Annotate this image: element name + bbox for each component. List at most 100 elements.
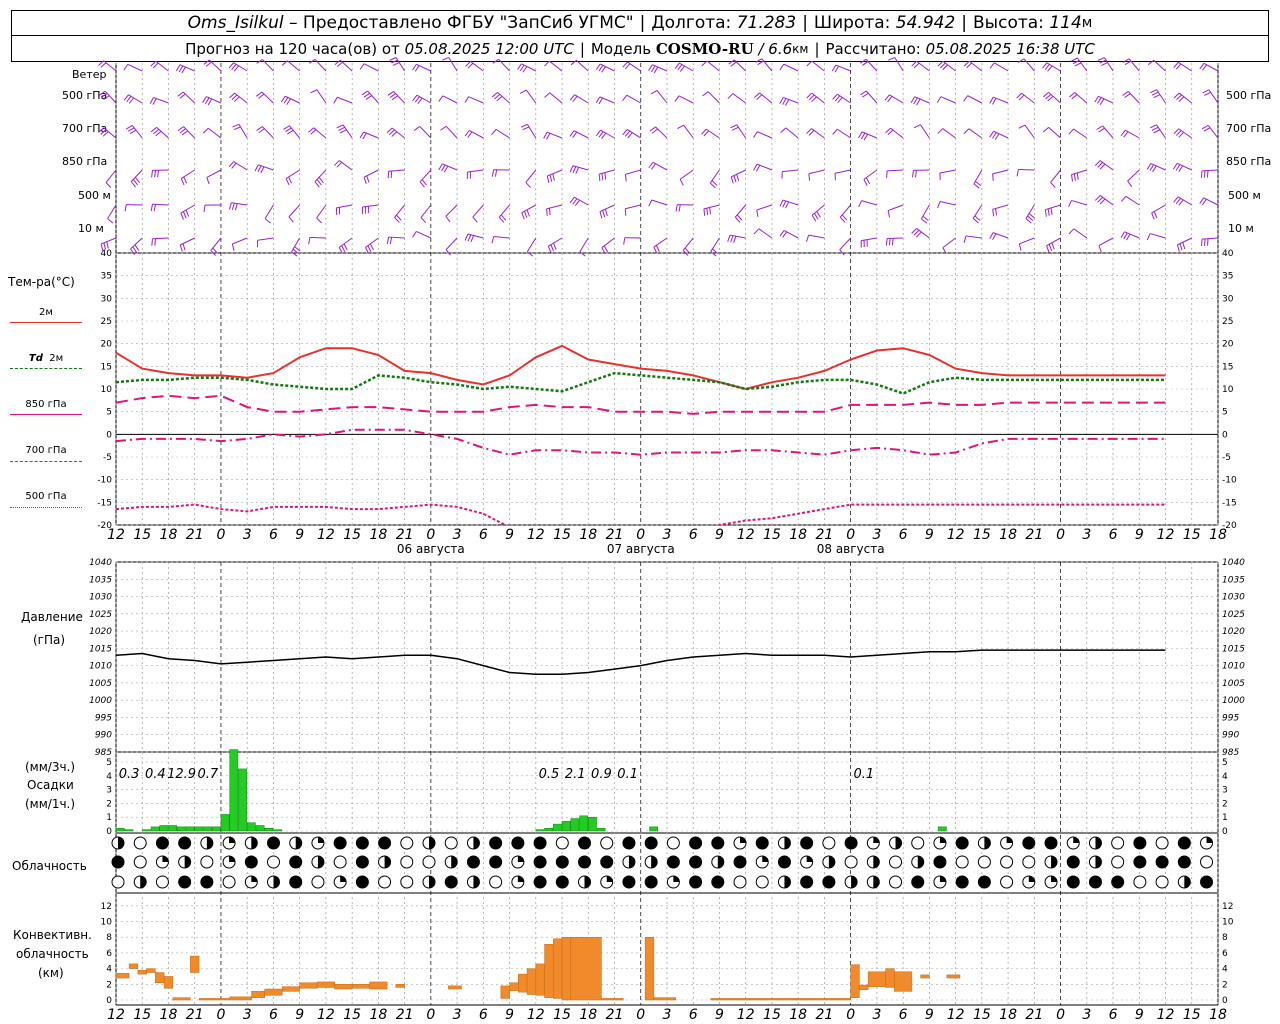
cloud-fill xyxy=(628,856,635,868)
wind-barb-staff xyxy=(1073,128,1088,139)
wind-barb-flag xyxy=(839,249,845,256)
wind-barb-flag xyxy=(229,92,235,99)
wind-barb-flag xyxy=(837,97,843,104)
wind-barb-staff xyxy=(467,169,484,173)
wind-barb-flag xyxy=(1069,92,1076,98)
wind-barb xyxy=(1068,199,1087,207)
x-tick-label: 18 xyxy=(579,527,597,543)
wind-barb xyxy=(649,126,668,139)
y-tick-label: 6 xyxy=(1222,949,1228,959)
wind-barb xyxy=(701,60,720,72)
wind-barb xyxy=(860,90,878,104)
cloud-fill xyxy=(289,876,302,888)
cloud-fill xyxy=(1178,856,1191,868)
wind-barb-staff xyxy=(206,169,222,178)
wind-barb-flag xyxy=(465,61,471,67)
wind-barb-flag xyxy=(910,96,916,103)
wind-barb-flag xyxy=(494,169,498,177)
x-tick-label: 18 xyxy=(999,1007,1017,1023)
wind-barb-staff xyxy=(363,169,379,178)
cloud-circle xyxy=(400,875,414,889)
precip-3h-label: 0.1 xyxy=(853,767,874,782)
cloud-symbol xyxy=(711,875,725,889)
wind-barb-staff xyxy=(416,63,432,72)
wind-barb-staff xyxy=(1073,228,1088,239)
cloud-symbol xyxy=(533,836,547,850)
wind-barb xyxy=(544,60,563,72)
wind-barb-flag xyxy=(627,132,633,139)
wind-barb xyxy=(333,160,353,171)
wind-barb-flag xyxy=(228,161,235,168)
wind-barb xyxy=(779,63,799,72)
wind-barb-flag xyxy=(727,234,731,242)
wind-barb-flag xyxy=(936,96,942,103)
wind-barb xyxy=(808,169,825,181)
cloud-fill xyxy=(600,856,613,868)
wind-barb-flag xyxy=(1150,89,1157,94)
wind-barb-flag xyxy=(915,170,917,178)
wind-barb-flag xyxy=(185,209,190,217)
cloud-symbol xyxy=(555,875,569,889)
x-tick-label: 3 xyxy=(453,527,462,543)
x-tick-label: 3 xyxy=(243,1007,252,1023)
conv-cloud-bar xyxy=(448,985,462,990)
cloud-fill xyxy=(917,856,924,868)
wind-barb-flag xyxy=(624,174,627,182)
wind-barb-flag xyxy=(601,66,606,73)
precip-bar xyxy=(553,823,562,832)
x-tick-label: 21 xyxy=(1025,527,1043,543)
cloud-symbol xyxy=(777,836,791,850)
precip-bar xyxy=(588,816,597,832)
wind-barb xyxy=(546,169,563,183)
cloud-fill xyxy=(873,876,880,888)
cloud-symbol xyxy=(489,855,503,869)
wind-barb-staff xyxy=(757,131,773,139)
wind-barb-flag xyxy=(134,244,140,251)
wind-barb-flag xyxy=(1097,97,1102,104)
cloud-circle xyxy=(333,855,347,869)
y-tick-label: 1005 xyxy=(89,679,112,689)
wind-barb xyxy=(1070,169,1087,182)
wind-barb-flag xyxy=(183,176,188,184)
wind-barb-flag xyxy=(180,178,185,186)
wind-barb xyxy=(386,127,405,139)
precip-bar xyxy=(596,827,606,832)
y-tick-label: 3 xyxy=(1222,786,1228,796)
cloud-fill xyxy=(911,876,924,888)
cloud-symbol xyxy=(600,875,614,889)
precip-bar xyxy=(159,825,169,832)
y-tick-label: 0 xyxy=(106,430,112,440)
wind-barb xyxy=(989,62,1009,72)
x-tick-label: 0 xyxy=(846,527,855,543)
x-tick-label: 12 xyxy=(317,1007,335,1023)
x-tick-label: 15 xyxy=(763,527,781,543)
wind-barb-flag xyxy=(1124,60,1132,66)
wind-barb-flag xyxy=(1025,218,1032,224)
cloud-circle xyxy=(666,836,680,850)
wind-barb-flag xyxy=(233,126,241,131)
wind-barb-flag xyxy=(992,132,997,139)
wind-barb-staff xyxy=(1099,195,1114,206)
wind-barb-flag xyxy=(123,94,129,101)
wind-barb-flag xyxy=(989,62,995,69)
x-tick-label: 9 xyxy=(1135,527,1144,543)
cloud-symbol xyxy=(755,836,769,850)
cloud-symbol xyxy=(822,836,836,850)
wind-barb-flag xyxy=(1074,62,1082,67)
cloud-symbol xyxy=(466,875,480,889)
wind-barb-flag xyxy=(602,210,606,218)
wind-barb-flag xyxy=(496,95,503,102)
wind-barb xyxy=(781,169,799,179)
wind-barb-flag xyxy=(178,65,184,73)
y-tick-label: 1020 xyxy=(1222,627,1245,637)
wind-barb-flag xyxy=(706,208,709,216)
wind-barb-flag xyxy=(386,127,393,134)
wind-barb-staff xyxy=(525,89,537,104)
cloud-symbol xyxy=(844,855,858,869)
wind-barb-flag xyxy=(1123,232,1128,240)
wind-barb-flag xyxy=(1182,242,1186,250)
wind-barb-flag xyxy=(130,181,136,188)
wind-barb-flag xyxy=(149,97,154,104)
wind-barb xyxy=(359,131,379,140)
x-tick-label: 21 xyxy=(816,527,834,543)
